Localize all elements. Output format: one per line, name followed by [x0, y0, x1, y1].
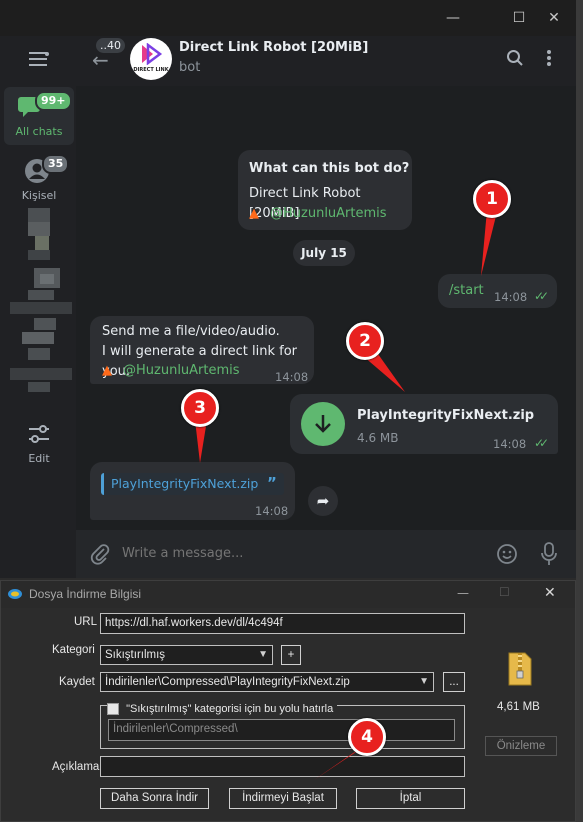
annotation-marker-1: 1	[473, 180, 511, 218]
annotation-marker-3: 3	[181, 389, 219, 427]
annotation-arrows	[195, 210, 497, 780]
annotation-marker-2: 2	[346, 322, 384, 360]
annotation-marker-4: 4	[348, 718, 386, 756]
